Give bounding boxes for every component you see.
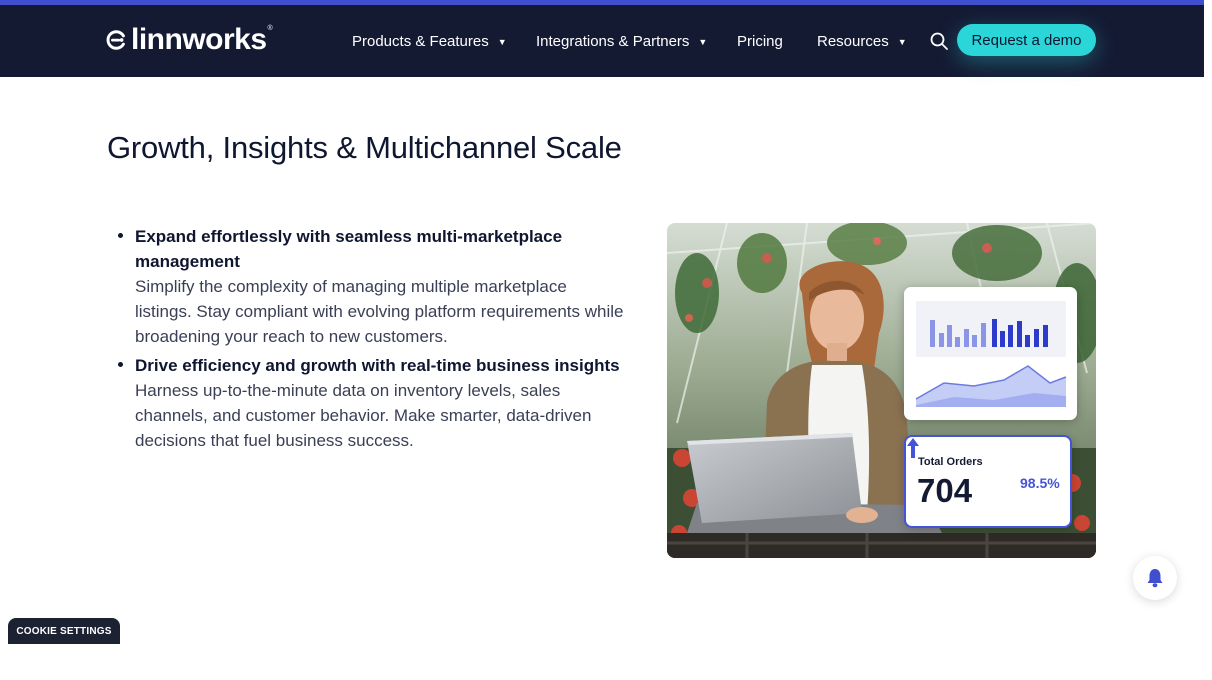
nav-resources[interactable]: Resources ▼ (817, 28, 907, 54)
bullet-body: Simplify the complexity of managing mult… (135, 277, 624, 346)
registered-mark: ® (267, 24, 273, 32)
site-header: linnworks ® Products & Features ▼ Integr… (0, 5, 1204, 77)
logo-wordmark: linnworks (131, 23, 267, 56)
section-title: Growth, Insights & Multichannel Scale (107, 130, 622, 165)
nav-products-features[interactable]: Products & Features ▼ (352, 28, 507, 54)
linnworks-logo-icon (106, 30, 125, 50)
request-demo-button[interactable]: Request a demo (957, 24, 1096, 56)
search-icon[interactable] (929, 31, 949, 51)
notification-bell-button[interactable] (1133, 556, 1177, 600)
nav-label: Resources (817, 32, 889, 50)
nav-label: Integrations & Partners (536, 32, 690, 50)
bullet-heading: Drive efficiency and growth with real-ti… (135, 356, 620, 375)
nav-label: Pricing (737, 32, 783, 50)
list-item: Drive efficiency and growth with real-ti… (116, 353, 626, 453)
nav-label: Products & Features (352, 32, 489, 50)
total-orders-value: 704 (917, 472, 973, 509)
caret-down-icon: ▼ (497, 37, 507, 47)
bullet-body: Harness up-to-the-minute data on invento… (135, 381, 592, 450)
feature-list: Expand effortlessly with seamless multi-… (116, 224, 626, 457)
bullet-heading: Expand effortlessly with seamless multi-… (135, 227, 563, 271)
caret-down-icon: ▼ (897, 37, 907, 47)
hero-image: Total Orders 704 98.5% (667, 223, 1096, 558)
list-item: Expand effortlessly with seamless multi-… (116, 224, 626, 349)
chart-illustration (915, 301, 1067, 407)
nav-integrations-partners[interactable]: Integrations & Partners ▼ (536, 28, 707, 54)
orders-change-percent: 98.5% (1020, 475, 1060, 491)
linnworks-logo[interactable]: linnworks ® (106, 23, 273, 57)
cookie-settings-button[interactable]: COOKIE SETTINGS (8, 618, 120, 644)
arrow-up-icon (907, 438, 919, 458)
analytics-chart-card (904, 287, 1077, 420)
bullet-dot (118, 362, 123, 367)
bullet-dot (118, 233, 123, 238)
nav-pricing[interactable]: Pricing (737, 28, 783, 54)
bell-icon (1147, 569, 1163, 588)
total-orders-card: Total Orders 704 98.5% (904, 435, 1072, 528)
caret-down-icon: ▼ (698, 37, 708, 47)
total-orders-label: Total Orders (918, 456, 983, 468)
